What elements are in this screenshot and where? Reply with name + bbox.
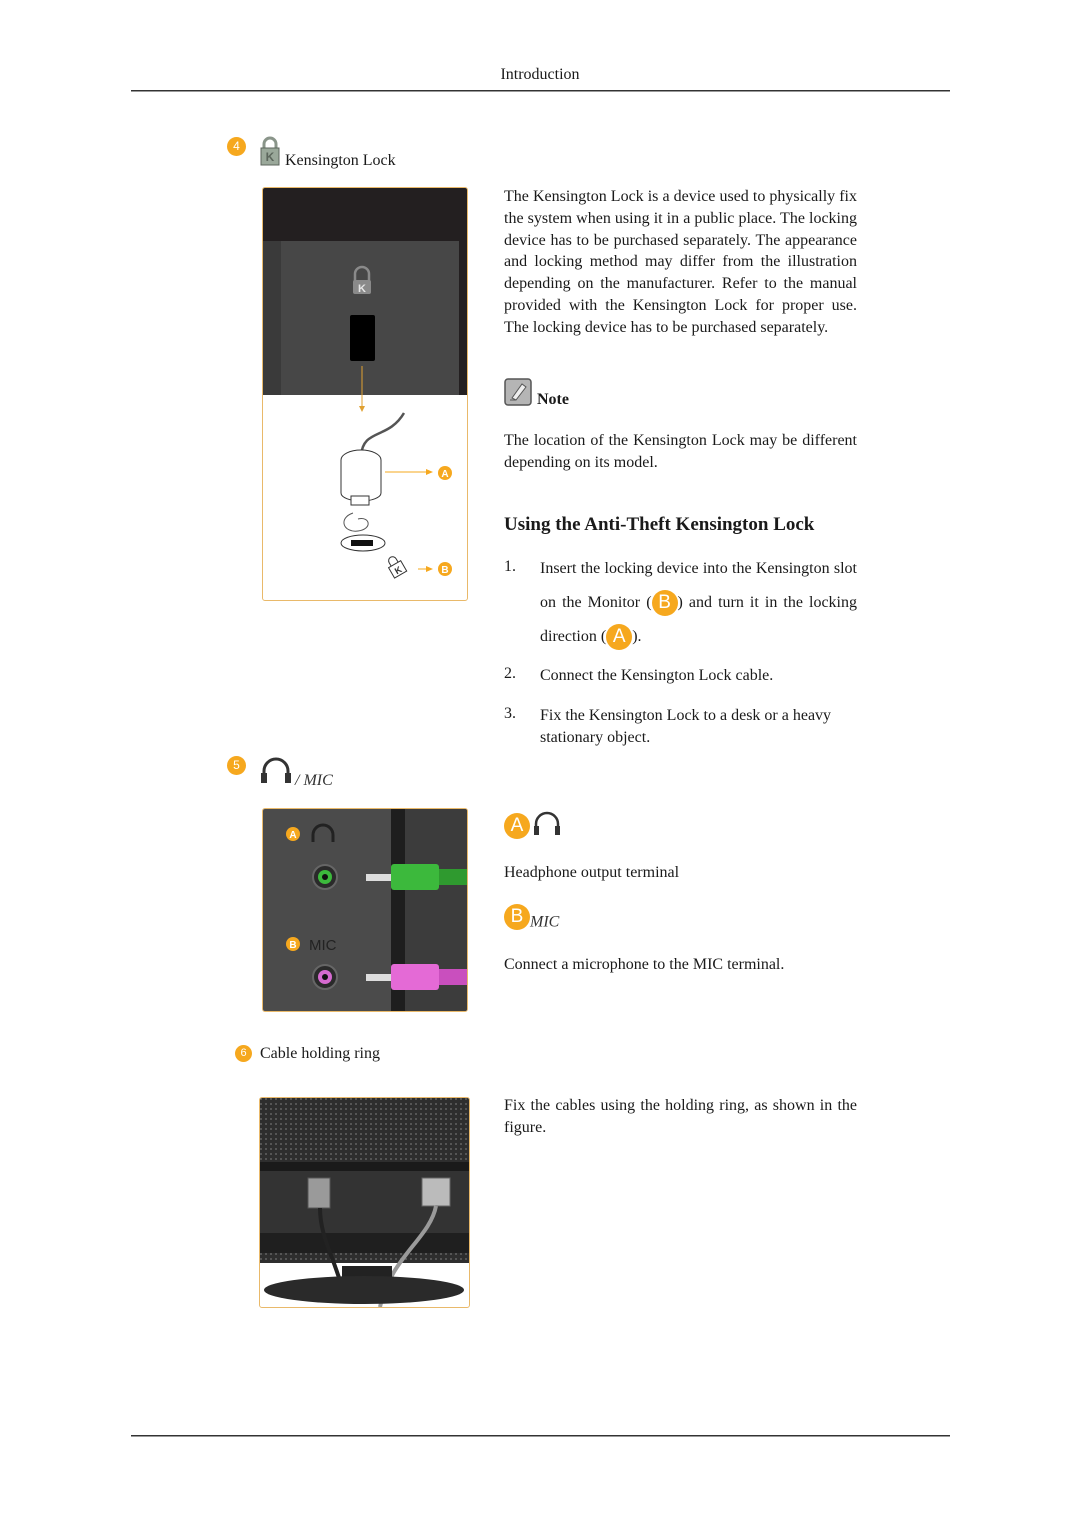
audio-item-b-header: B MIC bbox=[504, 904, 559, 932]
svg-text:MIC: MIC bbox=[309, 937, 337, 954]
note-pencil-icon bbox=[504, 378, 532, 406]
section-title: / MIC bbox=[295, 772, 333, 789]
step-text: Connect the Kensington Lock cable. bbox=[540, 667, 774, 684]
step-text: Fix the Kensington Lock to a desk or a h… bbox=[540, 707, 832, 746]
mic-label: MIC bbox=[530, 913, 560, 931]
note-label: Note bbox=[537, 391, 569, 408]
kensington-description: The Kensington Lock is a device used to … bbox=[504, 188, 857, 336]
audio-item-a-header: A bbox=[504, 810, 562, 841]
headphone-icon bbox=[259, 755, 293, 785]
mic-description: Connect a microphone to the MIC terminal… bbox=[504, 956, 785, 973]
headphone-description: Headphone output terminal bbox=[504, 864, 680, 881]
section-number-badge: 4 bbox=[227, 137, 246, 156]
kensington-lock-icon: K bbox=[259, 136, 281, 166]
section-number-badge: 5 bbox=[227, 756, 246, 775]
svg-text:B: B bbox=[289, 940, 296, 951]
step-number: 1. bbox=[504, 558, 516, 575]
callout-badge-b: B bbox=[504, 904, 530, 930]
section-title: Cable holding ring bbox=[260, 1045, 380, 1062]
step-number: 3. bbox=[504, 705, 516, 722]
step-text-part: ). bbox=[632, 628, 642, 645]
svg-text:K: K bbox=[358, 283, 366, 295]
callout-badge-a: A bbox=[606, 624, 633, 651]
page-header-title: Introduction bbox=[500, 66, 580, 83]
usage-heading: Using the Anti-Theft Kensington Lock bbox=[504, 514, 815, 535]
kensington-figure: K A K B bbox=[262, 187, 468, 601]
svg-text:A: A bbox=[289, 830, 296, 841]
step-number: 2. bbox=[504, 665, 516, 682]
step-text: Insert the locking device into the Kensi… bbox=[540, 552, 857, 654]
svg-text:A: A bbox=[441, 469, 448, 480]
footer-rule bbox=[131, 1435, 950, 1436]
callout-badge-b: B bbox=[651, 590, 678, 617]
note-text: The location of the Kensington Lock may … bbox=[504, 432, 857, 471]
audio-jacks-figure: A B MIC bbox=[262, 808, 468, 1012]
svg-text:B: B bbox=[441, 565, 448, 576]
cable-ring-figure bbox=[259, 1097, 470, 1308]
svg-text:K: K bbox=[266, 150, 275, 164]
cable-ring-description: Fix the cables using the holding ring, a… bbox=[504, 1097, 857, 1136]
section-number-badge: 6 bbox=[235, 1045, 252, 1062]
section-title: Kensington Lock bbox=[285, 152, 396, 169]
header-rule bbox=[131, 90, 950, 91]
headphone-icon bbox=[532, 810, 562, 841]
callout-badge-a: A bbox=[504, 812, 530, 839]
